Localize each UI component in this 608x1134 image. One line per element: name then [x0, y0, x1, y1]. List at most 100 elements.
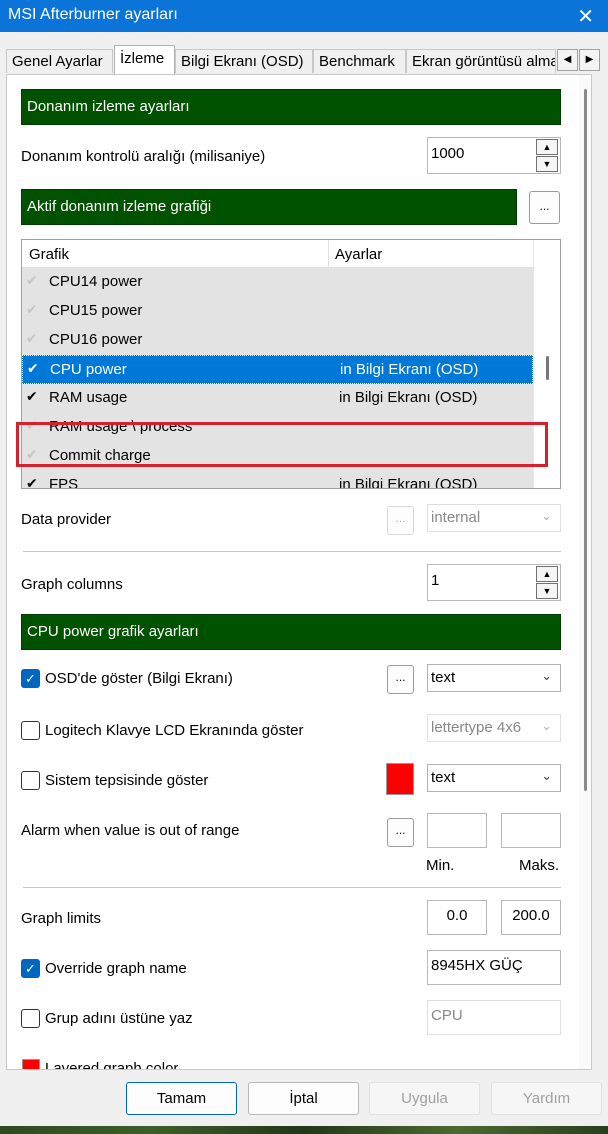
list-item-name: FPS — [49, 476, 79, 489]
divider — [23, 551, 561, 552]
chevron-down-icon: ⌄ — [541, 718, 552, 733]
polling-interval-value: 1000 — [431, 145, 465, 162]
list-item[interactable]: ✔ FPS in Bilgi Ekranı (OSD) — [22, 471, 533, 489]
column-header-settings[interactable]: Ayarlar — [328, 240, 382, 268]
graph-list-header: Grafik Ayarlar — [22, 240, 560, 268]
list-item-setting: in Bilgi Ekranı (OSD) — [339, 476, 478, 489]
tray-type-value: text — [431, 769, 456, 786]
column-header-graph[interactable]: Grafik — [29, 246, 69, 263]
check-icon[interactable]: ✔ — [26, 330, 38, 347]
list-item-name: CPU15 power — [49, 302, 143, 319]
graph-limit-min-input[interactable]: 0.0 — [427, 900, 487, 935]
chevron-down-icon: ⌄ — [541, 508, 552, 523]
tab-general[interactable]: Genel Ayarlar — [6, 49, 113, 73]
section-header-monitoring: Donanım izleme ayarları — [21, 89, 561, 125]
alarm-min-label: Min. — [426, 857, 455, 874]
tray-checkbox[interactable] — [21, 771, 40, 790]
osd-type-select[interactable]: text ⌄ — [427, 664, 561, 692]
section-header-active-graphs: Aktif donanım izleme grafiği — [21, 189, 517, 225]
group-name-input[interactable]: CPU — [427, 1000, 561, 1035]
list-item-setting: in Bilgi Ekranı (OSD) — [339, 389, 478, 406]
override-name-label: Override graph name — [45, 960, 187, 977]
panel-scroll-thumb[interactable] — [584, 89, 587, 791]
selection-highlight-box — [16, 422, 548, 467]
spin-down-icon[interactable]: ▼ — [536, 583, 558, 599]
tray-color-swatch[interactable] — [386, 763, 414, 795]
alarm-min-input[interactable] — [427, 813, 487, 848]
list-item-setting: in Bilgi Ekranı (OSD) — [340, 361, 479, 378]
tab-benchmark[interactable]: Benchmark — [313, 49, 406, 73]
tray-type-select[interactable]: text ⌄ — [427, 764, 561, 792]
override-name-checkbox[interactable]: ✓ — [21, 959, 40, 978]
check-icon[interactable]: ✔ — [26, 475, 38, 488]
desktop-background-strip — [0, 1126, 608, 1134]
graph-columns-value: 1 — [431, 572, 440, 589]
tab-scroll-left-icon[interactable]: ◀ — [557, 49, 578, 71]
cancel-button[interactable]: İptal — [248, 1082, 359, 1115]
osd-more-button[interactable]: ... — [387, 665, 414, 694]
spin-down-icon[interactable]: ▼ — [536, 156, 558, 172]
polling-interval-label: Donanım kontrolü aralığı (milisaniye) — [21, 148, 266, 165]
graph-columns-stepper[interactable]: 1 ▲ ▼ — [427, 564, 561, 601]
data-provider-select[interactable]: internal ⌄ — [427, 504, 561, 532]
group-name-checkbox[interactable] — [21, 1009, 40, 1028]
check-icon[interactable]: ✔ — [26, 272, 38, 289]
list-item[interactable]: ✔ RAM usage in Bilgi Ekranı (OSD) — [22, 384, 533, 413]
tab-osd[interactable]: Bilgi Ekranı (OSD) — [175, 49, 313, 73]
graph-list-scroll-thumb[interactable] — [546, 356, 549, 380]
alarm-max-input[interactable] — [501, 813, 561, 848]
logitech-font-select[interactable]: lettertype 4x6 ⌄ — [427, 714, 561, 742]
logitech-lcd-label: Logitech Klavye LCD Ekranında göster — [45, 722, 304, 739]
window-title: MSI Afterburner ayarları — [8, 6, 178, 23]
spin-up-icon[interactable]: ▲ — [536, 566, 558, 582]
help-button[interactable]: Yardım — [491, 1082, 602, 1115]
graphs-more-button[interactable]: ... — [529, 191, 560, 224]
list-item[interactable]: ✔ CPU15 power — [22, 297, 533, 326]
tab-screenshot[interactable]: Ekran görüntüsü alma — [406, 49, 556, 73]
close-icon[interactable]: ✕ — [577, 4, 594, 29]
apply-button[interactable]: Uygula — [369, 1082, 480, 1115]
polling-interval-stepper[interactable]: 1000 ▲ ▼ — [427, 137, 561, 174]
tab-scroll-right-icon[interactable]: ▶ — [579, 49, 600, 71]
osd-type-value: text — [431, 669, 456, 686]
list-item[interactable]: ✔ CPU16 power — [22, 326, 533, 355]
list-item-name: CPU14 power — [49, 273, 143, 290]
check-icon[interactable]: ✔ — [26, 388, 38, 405]
alarm-max-label: Maks. — [519, 857, 560, 874]
list-item-name: CPU16 power — [49, 331, 143, 348]
list-item[interactable]: ✔ CPU14 power — [22, 268, 533, 297]
list-item-name: CPU power — [50, 361, 127, 378]
osd-label: OSD'de göster (Bilgi Ekranı) — [45, 670, 233, 687]
osd-checkbox[interactable]: ✓ — [21, 669, 40, 688]
tab-monitoring[interactable]: İzleme — [114, 45, 175, 75]
graph-limit-max-input[interactable]: 200.0 — [501, 900, 561, 935]
check-icon[interactable]: ✔ — [26, 301, 38, 318]
list-item-name: RAM usage — [49, 389, 128, 406]
logitech-lcd-checkbox[interactable] — [21, 721, 40, 740]
check-icon[interactable]: ✔ — [27, 360, 39, 377]
group-name-label: Grup adını üstüne yaz — [45, 1010, 193, 1027]
monitoring-panel: Donanım izleme ayarları Donanım kontrolü… — [6, 74, 592, 1070]
ok-button[interactable]: Tamam — [126, 1082, 237, 1115]
graph-columns-label: Graph columns — [21, 576, 123, 593]
alarm-more-button[interactable]: ... — [387, 818, 414, 847]
layered-color-swatch[interactable] — [22, 1059, 40, 1069]
chevron-down-icon: ⌄ — [541, 668, 552, 683]
data-provider-label: Data provider — [21, 511, 112, 528]
dialog-footer: Tamam İptal Uygula Yardım — [0, 1070, 608, 1126]
chevron-down-icon: ⌄ — [541, 768, 552, 783]
divider — [23, 887, 561, 888]
list-item-selected[interactable]: ✔ CPU power in Bilgi Ekranı (OSD) — [22, 355, 533, 384]
spin-up-icon[interactable]: ▲ — [536, 139, 558, 155]
data-provider-value: internal — [431, 509, 481, 526]
alarm-label: Alarm when value is out of range — [21, 822, 240, 839]
settings-window: MSI Afterburner ayarları ✕ Genel Ayarlar… — [0, 0, 608, 1126]
tray-label: Sistem tepsisinde göster — [45, 772, 209, 789]
layered-color-label: Layered graph color — [45, 1060, 179, 1070]
panel-scrollbar[interactable] — [579, 75, 591, 1069]
override-name-input[interactable]: 8945HX GÜÇ — [427, 950, 561, 985]
logitech-font-value: lettertype 4x6 — [431, 719, 522, 736]
data-provider-button[interactable]: ... — [387, 506, 414, 535]
section-header-cpu-power: CPU power grafik ayarları — [21, 614, 561, 650]
tab-bar: Genel Ayarlar İzleme Bilgi Ekranı (OSD) … — [0, 32, 608, 75]
